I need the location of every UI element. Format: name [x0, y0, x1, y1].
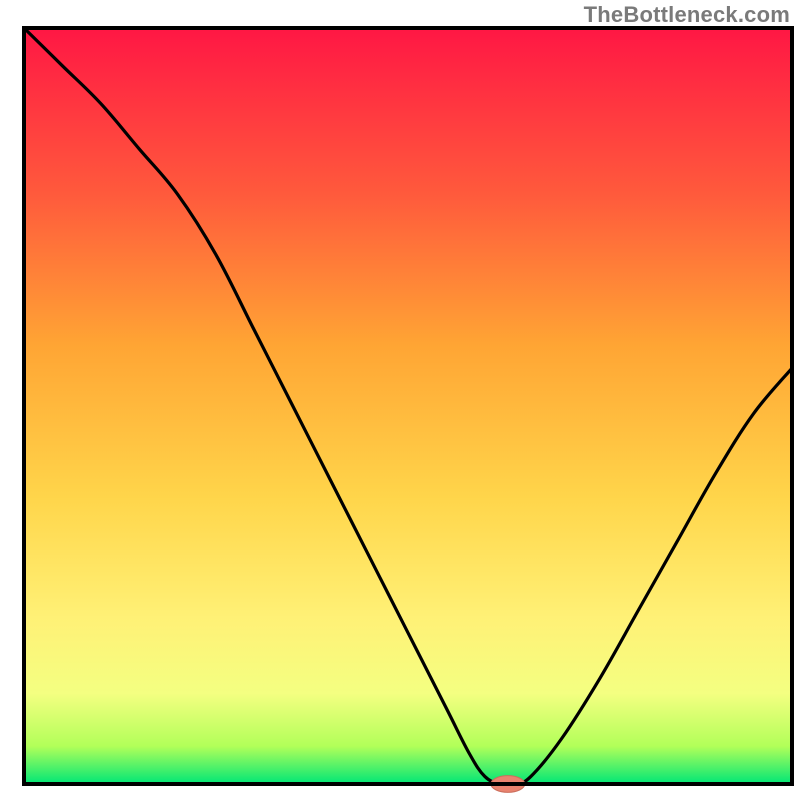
chart-svg	[0, 0, 800, 800]
bottleneck-chart: TheBottleneck.com	[0, 0, 800, 800]
plot-background	[24, 28, 792, 784]
watermark-text: TheBottleneck.com	[584, 2, 790, 28]
